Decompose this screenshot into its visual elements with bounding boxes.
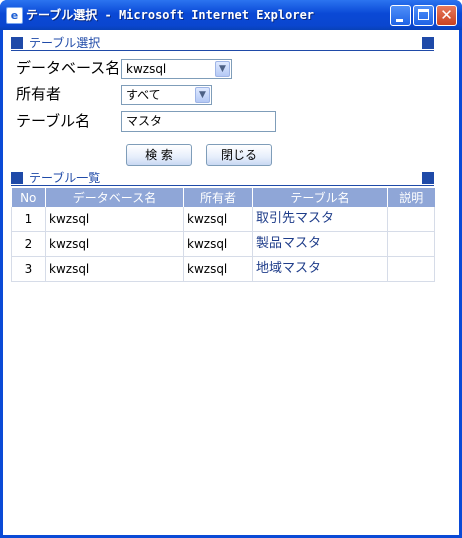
list-section-header: テーブル一覧: [11, 171, 434, 187]
owner-select[interactable]: すべて ▼: [121, 85, 212, 105]
column-header-table-name: テーブル名: [252, 188, 388, 207]
table-name-link[interactable]: 取引先マスタ: [252, 207, 388, 232]
minimize-button[interactable]: [390, 5, 411, 26]
column-header-owner: 所有者: [183, 188, 253, 207]
close-icon: ✕: [440, 6, 453, 24]
section-marker-icon: [422, 37, 434, 49]
close-window-button[interactable]: ✕: [436, 5, 457, 26]
table-row: 3 kwzsql kwzsql 地域マスタ: [11, 256, 435, 282]
list-section-title: テーブル一覧: [29, 171, 101, 185]
database-select-value: kwzsql: [126, 62, 167, 76]
database-label: データベース名: [16, 59, 121, 77]
section-divider: [11, 185, 434, 186]
row-description: [387, 231, 435, 257]
section-marker-icon: [422, 172, 434, 184]
row-owner: kwzsql: [183, 231, 253, 257]
row-number: 2: [11, 231, 46, 257]
title-bar[interactable]: e テーブル選択 - Microsoft Internet Explorer ✕: [0, 0, 462, 30]
search-section-header: テーブル選択: [11, 36, 434, 52]
row-owner: kwzsql: [183, 256, 253, 282]
table-list: No データベース名 所有者 テーブル名 説明 1 kwzsql kwzsql …: [11, 188, 435, 282]
maximize-icon: [418, 9, 429, 20]
minimize-icon: [396, 19, 403, 22]
window-title: テーブル選択 - Microsoft Internet Explorer: [26, 8, 315, 22]
row-database: kwzsql: [45, 231, 184, 257]
row-description: [387, 256, 435, 282]
table-name-link[interactable]: 製品マスタ: [252, 231, 388, 257]
table-name-label: テーブル名: [16, 112, 91, 130]
row-number: 1: [11, 207, 46, 232]
browser-window: e テーブル選択 - Microsoft Internet Explorer ✕…: [0, 0, 462, 538]
chevron-down-icon[interactable]: ▼: [195, 87, 210, 103]
section-divider: [11, 50, 434, 51]
column-header-description: 説明: [387, 188, 435, 207]
search-section-title: テーブル選択: [29, 36, 101, 50]
page-content: テーブル選択 データベース名 kwzsql ▼ 所有者 すべて ▼ テーブル名 …: [3, 30, 459, 535]
table-row: 2 kwzsql kwzsql 製品マスタ: [11, 231, 435, 257]
column-header-database: データベース名: [45, 188, 184, 207]
table-row: 1 kwzsql kwzsql 取引先マスタ: [11, 207, 435, 232]
section-marker-icon: [11, 172, 23, 184]
row-database: kwzsql: [45, 207, 184, 232]
table-name-link[interactable]: 地域マスタ: [252, 256, 388, 282]
close-button[interactable]: 閉じる: [206, 144, 272, 166]
search-button[interactable]: 検 索: [126, 144, 192, 166]
column-header-no: No: [11, 188, 46, 207]
maximize-button[interactable]: [413, 5, 434, 26]
section-marker-icon: [11, 37, 23, 49]
row-number: 3: [11, 256, 46, 282]
chevron-down-icon[interactable]: ▼: [215, 61, 230, 77]
row-owner: kwzsql: [183, 207, 253, 232]
owner-select-value: すべて: [126, 88, 161, 102]
owner-label: 所有者: [16, 85, 62, 103]
database-select[interactable]: kwzsql ▼: [121, 59, 232, 79]
table-header-row: No データベース名 所有者 テーブル名 説明: [11, 188, 435, 207]
row-description: [387, 207, 435, 232]
row-database: kwzsql: [45, 256, 184, 282]
table-name-input[interactable]: マスタ: [121, 111, 276, 132]
ie-page-icon[interactable]: e: [6, 7, 23, 24]
